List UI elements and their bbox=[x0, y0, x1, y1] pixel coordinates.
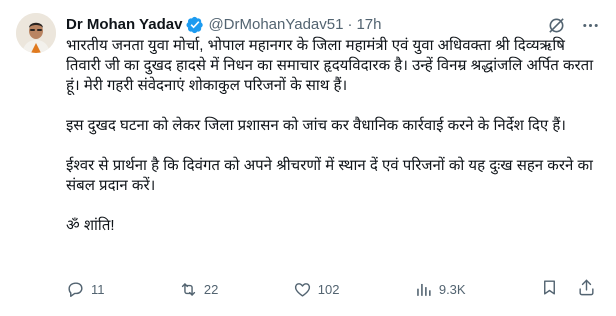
header-icons bbox=[546, 15, 600, 35]
action-bar: 11 22 102 9.3K bbox=[66, 278, 596, 300]
share-button[interactable] bbox=[577, 278, 596, 300]
like-count: 102 bbox=[317, 281, 340, 297]
tweet-paragraph: भारतीय जनता युवा मोर्चा, भोपाल महानगर के… bbox=[66, 37, 594, 94]
tweet-paragraph: ॐ शांति! bbox=[66, 217, 115, 234]
tweet-paragraph: इस दुखद घटना को लेकर जिला प्रशासन को जां… bbox=[66, 117, 566, 134]
reply-icon bbox=[68, 281, 83, 297]
verified-badge-icon bbox=[186, 16, 204, 34]
tweet-text: भारतीय जनता युवा मोर्चा, भोपाल महानगर के… bbox=[66, 36, 594, 236]
grok-icon[interactable] bbox=[546, 15, 566, 35]
views-count: 9.3K bbox=[438, 281, 466, 297]
repost-icon bbox=[181, 282, 196, 296]
timestamp[interactable]: 17h bbox=[356, 15, 381, 35]
separator-dot: · bbox=[347, 16, 353, 33]
bookmark-icon bbox=[544, 280, 555, 295]
reply-button[interactable]: 11 bbox=[66, 280, 105, 299]
views-button[interactable]: 9.3K bbox=[414, 280, 466, 299]
tweet-paragraph: ईश्वर से प्रार्थना है कि दिवंगत को अपने … bbox=[66, 157, 593, 194]
repost-count: 22 bbox=[203, 281, 219, 297]
like-button[interactable]: 102 bbox=[293, 280, 340, 299]
author-name[interactable]: Dr Mohan Yadav bbox=[66, 15, 182, 35]
share-icon bbox=[579, 279, 594, 296]
bookmark-button[interactable] bbox=[540, 278, 559, 300]
like-icon bbox=[294, 282, 310, 297]
author-handle[interactable]: @DrMohanYadav51 bbox=[208, 15, 343, 35]
views-icon bbox=[417, 283, 431, 296]
repost-button[interactable]: 22 bbox=[179, 280, 218, 299]
more-icon[interactable] bbox=[580, 15, 600, 35]
tweet-header: Dr Mohan Yadav @DrMohanYadav51 · 17h bbox=[66, 14, 600, 36]
reply-count: 11 bbox=[91, 281, 105, 297]
right-actions bbox=[540, 278, 596, 300]
avatar[interactable] bbox=[16, 13, 56, 53]
